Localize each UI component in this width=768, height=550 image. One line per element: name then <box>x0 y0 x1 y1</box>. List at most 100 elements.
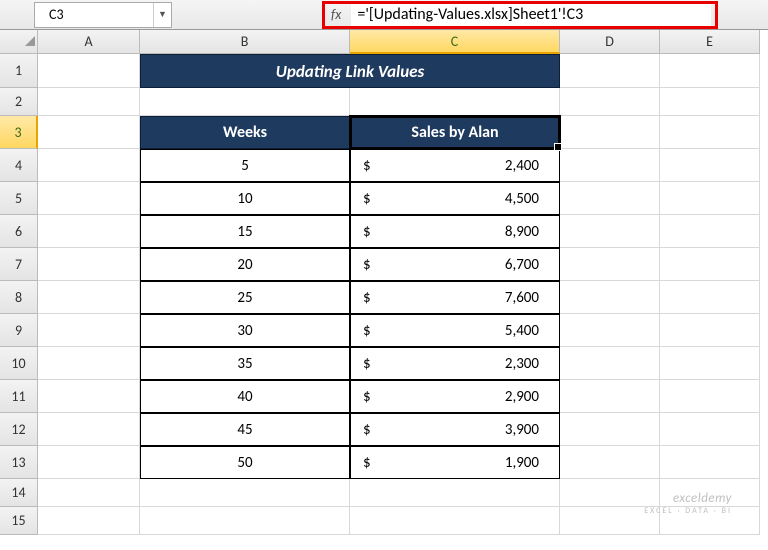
cell-A14[interactable] <box>38 479 140 507</box>
cell-E11[interactable] <box>660 380 760 413</box>
cell-D9[interactable] <box>560 314 660 347</box>
cell-B9[interactable]: 30 <box>140 314 350 347</box>
row-header-14[interactable]: 14 <box>0 479 38 507</box>
name-box[interactable]: C3 ▼ <box>34 2 172 28</box>
cell-B12[interactable]: 45 <box>140 413 350 446</box>
cell-B11[interactable]: 40 <box>140 380 350 413</box>
cell-A12[interactable] <box>38 413 140 446</box>
header-sales[interactable]: Sales by Alan <box>350 116 560 149</box>
cell-C14[interactable] <box>350 479 560 507</box>
cell-C4[interactable]: $2,400 <box>350 149 560 182</box>
cell-B7[interactable]: 20 <box>140 248 350 281</box>
cell-A1[interactable] <box>38 54 140 88</box>
cell-E8[interactable] <box>660 281 760 314</box>
col-header-D[interactable]: D <box>560 30 660 54</box>
col-header-C[interactable]: C <box>350 30 560 54</box>
cell-C9[interactable]: $5,400 <box>350 314 560 347</box>
cell-E12[interactable] <box>660 413 760 446</box>
cell-D4[interactable] <box>560 149 660 182</box>
chevron-down-icon[interactable]: ▼ <box>153 3 171 27</box>
cell-E7[interactable] <box>660 248 760 281</box>
select-all-corner[interactable] <box>0 30 38 54</box>
row-header-13[interactable]: 13 <box>0 446 38 479</box>
cell-B4[interactable]: 5 <box>140 149 350 182</box>
cell-A13[interactable] <box>38 446 140 479</box>
row-header-12[interactable]: 12 <box>0 413 38 446</box>
cell-E2[interactable] <box>660 88 760 116</box>
currency-symbol: $ <box>357 256 371 274</box>
row-header-8[interactable]: 8 <box>0 281 38 314</box>
cell-D1[interactable] <box>560 54 660 88</box>
cell-A9[interactable] <box>38 314 140 347</box>
cell-D11[interactable] <box>560 380 660 413</box>
cell-C8[interactable]: $7,600 <box>350 281 560 314</box>
cell-A10[interactable] <box>38 347 140 380</box>
cell-D7[interactable] <box>560 248 660 281</box>
cell-E10[interactable] <box>660 347 760 380</box>
cell-E9[interactable] <box>660 314 760 347</box>
cell-D10[interactable] <box>560 347 660 380</box>
cell-B15[interactable] <box>140 507 350 535</box>
row-header-5[interactable]: 5 <box>0 182 38 215</box>
cell-B2[interactable] <box>140 88 350 116</box>
col-header-E[interactable]: E <box>660 30 760 54</box>
col-header-B[interactable]: B <box>140 30 350 54</box>
currency-symbol: $ <box>357 421 371 439</box>
row-header-4[interactable]: 4 <box>0 149 38 182</box>
cell-D6[interactable] <box>560 215 660 248</box>
cell-E3[interactable] <box>660 116 760 149</box>
header-weeks[interactable]: Weeks <box>140 116 350 149</box>
cell-A7[interactable] <box>38 248 140 281</box>
cell-E1[interactable] <box>660 54 760 88</box>
cell-B5[interactable]: 10 <box>140 182 350 215</box>
title-cell[interactable]: Updating Link Values <box>140 54 560 88</box>
cell-A4[interactable] <box>38 149 140 182</box>
cell-A5[interactable] <box>38 182 140 215</box>
cell-C13[interactable]: $1,900 <box>350 446 560 479</box>
row-header-1[interactable]: 1 <box>0 54 38 88</box>
cell-D13[interactable] <box>560 446 660 479</box>
cell-E6[interactable] <box>660 215 760 248</box>
cell-D12[interactable] <box>560 413 660 446</box>
cell-D2[interactable] <box>560 88 660 116</box>
cell-A8[interactable] <box>38 281 140 314</box>
row-header-6[interactable]: 6 <box>0 215 38 248</box>
row-header-9[interactable]: 9 <box>0 314 38 347</box>
cell-A2[interactable] <box>38 88 140 116</box>
sales-value: 4,500 <box>505 190 553 208</box>
cell-E13[interactable] <box>660 446 760 479</box>
cell-C2[interactable] <box>350 88 560 116</box>
cell-A6[interactable] <box>38 215 140 248</box>
row-header-2[interactable]: 2 <box>0 88 38 116</box>
row-header-11[interactable]: 11 <box>0 380 38 413</box>
cell-D5[interactable] <box>560 182 660 215</box>
cell-B8[interactable]: 25 <box>140 281 350 314</box>
cell-C10[interactable]: $2,300 <box>350 347 560 380</box>
cell-B6[interactable]: 15 <box>140 215 350 248</box>
cell-B14[interactable] <box>140 479 350 507</box>
row-header-10[interactable]: 10 <box>0 347 38 380</box>
cell-D3[interactable] <box>560 116 660 149</box>
formula-input[interactable]: ='[Updating-Values.xlsx]Sheet1'!C3 <box>351 4 711 26</box>
row-header-15[interactable]: 15 <box>0 507 38 535</box>
cell-C11[interactable]: $2,900 <box>350 380 560 413</box>
cell-B10[interactable]: 35 <box>140 347 350 380</box>
row-header-3[interactable]: 3 <box>0 116 38 149</box>
col-header-A[interactable]: A <box>38 30 140 54</box>
cell-C6[interactable]: $8,900 <box>350 215 560 248</box>
cell-D8[interactable] <box>560 281 660 314</box>
row-header-7[interactable]: 7 <box>0 248 38 281</box>
cell-C7[interactable]: $6,700 <box>350 248 560 281</box>
cell-A15[interactable] <box>38 507 140 535</box>
cell-C12[interactable]: $3,900 <box>350 413 560 446</box>
watermark-sub: EXCEL · DATA · BI <box>644 506 732 516</box>
cell-A11[interactable] <box>38 380 140 413</box>
cell-E5[interactable] <box>660 182 760 215</box>
cell-A3[interactable] <box>38 116 140 149</box>
cell-B13[interactable]: 50 <box>140 446 350 479</box>
cell-E4[interactable] <box>660 149 760 182</box>
currency-symbol: $ <box>357 223 371 241</box>
cell-C15[interactable] <box>350 507 560 535</box>
fx-icon[interactable]: fx <box>331 6 341 23</box>
cell-C5[interactable]: $4,500 <box>350 182 560 215</box>
